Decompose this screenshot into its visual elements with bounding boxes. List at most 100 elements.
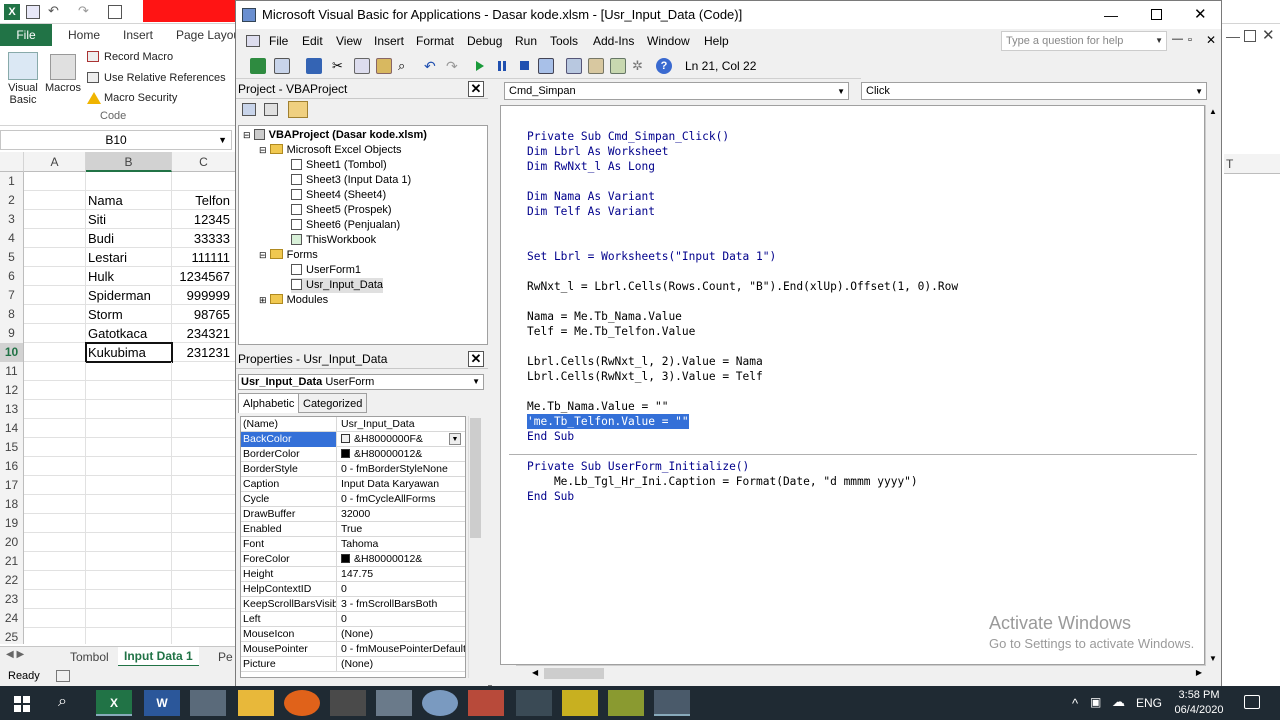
cell-b[interactable]: Kukubima bbox=[85, 342, 173, 363]
cell-c[interactable] bbox=[172, 628, 232, 644]
row-header[interactable]: 24 bbox=[0, 609, 24, 628]
property-value[interactable]: 0 bbox=[339, 582, 465, 597]
scroll-right-icon[interactable]: ▶ bbox=[1196, 668, 1202, 677]
property-value[interactable]: Input Data Karyawan bbox=[339, 477, 465, 492]
doc-close-icon[interactable]: ✕ bbox=[1206, 33, 1216, 47]
cell-c[interactable] bbox=[172, 609, 232, 628]
property-row[interactable]: Enabled True bbox=[241, 522, 465, 537]
cell-a[interactable] bbox=[24, 571, 86, 590]
row-header[interactable]: 13 bbox=[0, 400, 24, 419]
row-header[interactable]: 1 bbox=[0, 172, 24, 191]
cell-c[interactable] bbox=[172, 381, 232, 400]
select-all-corner[interactable] bbox=[0, 152, 24, 172]
find-icon[interactable]: ⌕ bbox=[398, 58, 414, 74]
tab-categorized[interactable]: Categorized bbox=[298, 393, 368, 413]
cell-c[interactable] bbox=[172, 590, 232, 609]
code-line[interactable]: Me.Tb_Nama.Value = "" bbox=[527, 399, 668, 414]
row-header[interactable]: 22 bbox=[0, 571, 24, 590]
cell-b[interactable]: Lestari bbox=[86, 248, 172, 267]
column-header-b[interactable]: B bbox=[86, 152, 172, 172]
table-row[interactable]: 15 bbox=[0, 438, 236, 457]
code-line[interactable]: Private Sub UserForm_Initialize() bbox=[527, 459, 749, 474]
vba-close-icon[interactable]: ✕ bbox=[1194, 1, 1207, 29]
cell-a[interactable] bbox=[24, 381, 86, 400]
sheet-tab-tombol[interactable]: Tombol bbox=[70, 650, 109, 664]
cell-b[interactable] bbox=[86, 609, 172, 628]
code-line[interactable]: Me.Lb_Tgl_Hr_Ini.Caption = Format(Date, … bbox=[527, 474, 918, 489]
view-excel-icon[interactable] bbox=[250, 58, 266, 74]
windows-start-icon[interactable] bbox=[14, 696, 30, 712]
table-row[interactable]: 17 bbox=[0, 476, 236, 495]
cell-c[interactable]: 33333 bbox=[172, 229, 232, 248]
visual-basic-button[interactable]: Visual Basic bbox=[2, 82, 44, 106]
design-mode-icon[interactable] bbox=[538, 58, 554, 74]
cell-a[interactable] bbox=[24, 324, 86, 343]
cell-c[interactable]: 234321 bbox=[172, 324, 232, 343]
row-header[interactable]: 16 bbox=[0, 457, 24, 476]
code-line[interactable]: Dim Nama As Variant bbox=[527, 189, 655, 204]
row-header[interactable]: 6 bbox=[0, 267, 24, 286]
property-value[interactable]: 0 - fmMousePointerDefault bbox=[339, 642, 465, 657]
code-line[interactable]: Dim Lbrl As Worksheet bbox=[527, 144, 668, 159]
menu-add-ins[interactable]: Add-Ins bbox=[593, 29, 634, 53]
cell-a[interactable] bbox=[24, 419, 86, 438]
menu-insert[interactable]: Insert bbox=[374, 29, 404, 53]
menu-run[interactable]: Run bbox=[515, 29, 537, 53]
chevron-down-icon[interactable]: ▼ bbox=[472, 375, 480, 389]
reset-icon[interactable] bbox=[520, 61, 529, 70]
property-row[interactable]: Font Tahoma bbox=[241, 537, 465, 552]
cell-b[interactable] bbox=[86, 628, 172, 644]
insert-userform-icon[interactable] bbox=[274, 58, 290, 74]
table-row[interactable]: 18 bbox=[0, 495, 236, 514]
macros-icon[interactable] bbox=[50, 54, 76, 80]
object-browser-icon[interactable] bbox=[610, 58, 626, 74]
cell-b[interactable] bbox=[86, 552, 172, 571]
cell-a[interactable] bbox=[24, 438, 86, 457]
column-header-c[interactable]: C bbox=[172, 152, 236, 172]
cell-a[interactable] bbox=[24, 172, 86, 191]
code-horizontal-scrollbar[interactable]: ◀ ▶ bbox=[516, 665, 1206, 681]
use-relative-references-button[interactable]: Use Relative References bbox=[104, 69, 226, 87]
scroll-thumb[interactable] bbox=[544, 668, 604, 679]
object-select[interactable]: Usr_Input_Data UserForm ▼ bbox=[238, 374, 484, 390]
property-value[interactable]: 0 - fmBorderStyleNone bbox=[339, 462, 465, 477]
properties-scrollbar[interactable] bbox=[468, 416, 482, 678]
table-row[interactable]: 21 bbox=[0, 552, 236, 571]
view-object-icon[interactable] bbox=[264, 103, 278, 116]
property-row[interactable]: DrawBuffer 32000 bbox=[241, 507, 465, 522]
tree-excel-objects[interactable]: ⊟ Microsoft Excel Objects bbox=[259, 143, 402, 158]
project-close-icon[interactable]: ✕ bbox=[468, 81, 484, 97]
close-icon[interactable]: ✕ bbox=[1262, 26, 1275, 44]
cell-a[interactable] bbox=[24, 286, 86, 305]
paste-icon[interactable] bbox=[376, 58, 392, 74]
code-line[interactable]: End Sub bbox=[527, 489, 574, 504]
property-row[interactable]: BorderStyle 0 - fmBorderStyleNone bbox=[241, 462, 465, 477]
table-row[interactable]: 12 bbox=[0, 381, 236, 400]
code-line[interactable]: Set Lbrl = Worksheets("Input Data 1") bbox=[527, 249, 776, 264]
network-icon[interactable]: ▣ bbox=[1090, 695, 1101, 709]
name-box[interactable]: B10 ▼ bbox=[0, 130, 232, 150]
menu-tools[interactable]: Tools bbox=[550, 29, 578, 53]
game-icon[interactable] bbox=[468, 690, 504, 716]
cell-c[interactable]: 231231 bbox=[172, 343, 232, 362]
property-value[interactable]: &H8000000F& ▼ bbox=[339, 432, 465, 447]
cell-b[interactable]: Gatotkaca bbox=[86, 324, 172, 343]
tree-sheet[interactable]: Sheet6 (Penjualan) bbox=[291, 218, 400, 233]
row-header[interactable]: 9 bbox=[0, 324, 24, 343]
chevron-down-icon[interactable]: ▼ bbox=[449, 433, 461, 445]
cell-a[interactable] bbox=[24, 457, 86, 476]
row-header[interactable]: 11 bbox=[0, 362, 24, 381]
tab-alphabetic[interactable]: Alphabetic bbox=[238, 393, 300, 413]
table-row[interactable]: 3 Siti 12345 bbox=[0, 210, 236, 229]
tree-form[interactable]: UserForm1 bbox=[291, 263, 361, 278]
property-value[interactable]: 0 - fmCycleAllForms bbox=[339, 492, 465, 507]
row-header[interactable]: 23 bbox=[0, 590, 24, 609]
column-header-t[interactable]: T bbox=[1224, 154, 1280, 174]
calculator-icon[interactable] bbox=[330, 690, 366, 716]
row-header[interactable]: 5 bbox=[0, 248, 24, 267]
table-row[interactable]: 2 Nama Telfon bbox=[0, 191, 236, 210]
cell-a[interactable] bbox=[24, 495, 86, 514]
cell-b[interactable] bbox=[86, 172, 172, 191]
cell-c[interactable] bbox=[172, 400, 232, 419]
row-header[interactable]: 2 bbox=[0, 191, 24, 210]
